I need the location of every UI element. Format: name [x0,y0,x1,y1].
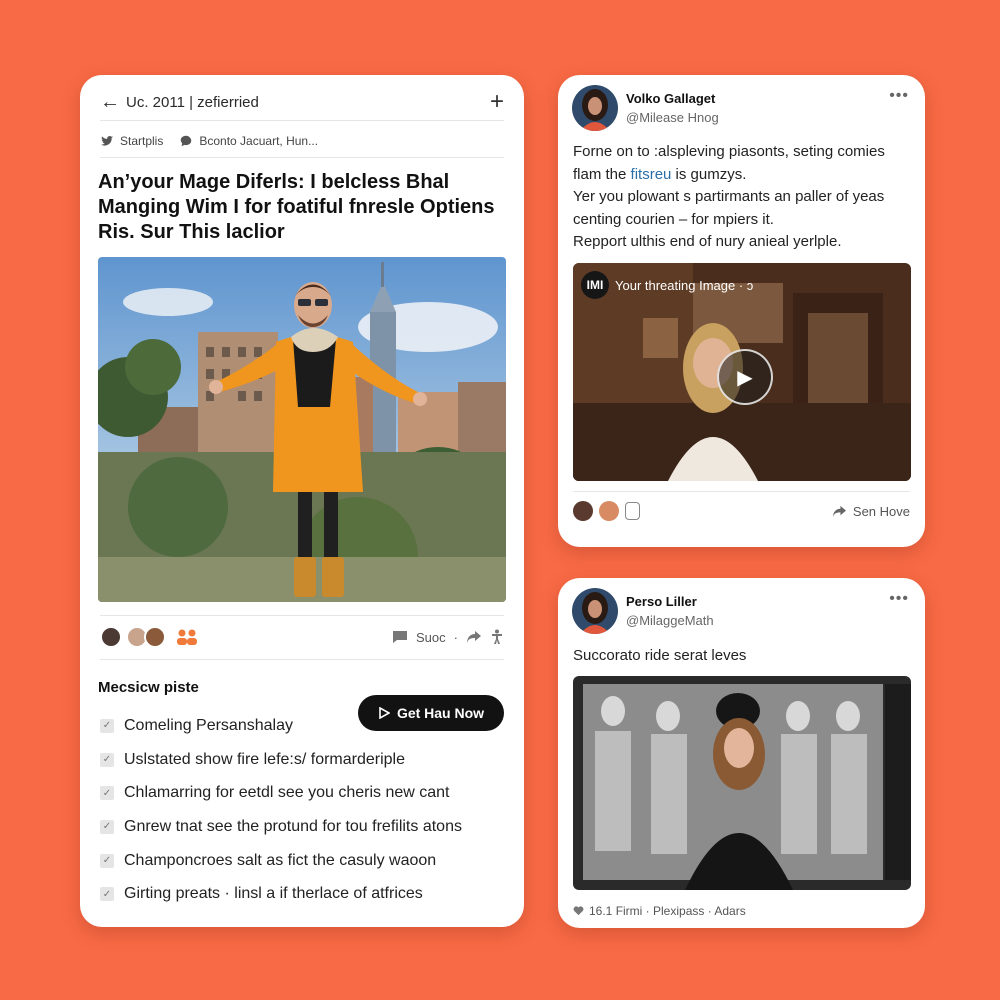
speech-bubble-icon [181,135,192,147]
divider [100,615,504,616]
checkbox-icon[interactable]: ✓ [100,786,114,801]
divider [100,120,504,121]
separator: · [453,629,458,645]
list-item[interactable]: ✓ Girting preats · linsl a if therlace of… [100,877,510,911]
checkbox-icon[interactable]: ✓ [100,853,114,868]
post-text-line: flam the fitsreu is gumzys. [573,164,913,187]
meta-source[interactable]: Startplis [120,134,163,148]
post-footer: Sen Hove [573,499,910,523]
video-post-card: Volko Gallaget @Milease Hnog ••• Forne o… [558,75,925,547]
article-card: ← Uc. 2011 | zefierried + Startplis Bcon… [80,75,524,927]
post-footer: 16.1 Firmi · Plexipass · Adars [573,904,746,918]
avatar[interactable] [573,501,593,521]
avatar[interactable] [144,626,166,648]
plus-icon[interactable]: + [490,88,504,116]
bookmark-icon[interactable] [625,502,640,520]
share-arrow-icon [832,505,846,517]
list-item-label: Gnrew tnat see the protund for tou frefi… [124,817,462,835]
more-dots-icon[interactable]: ••• [889,87,909,105]
woman-portrait-avatar [572,588,618,634]
meta-author[interactable]: Bconto Jacuart, Hun... [199,134,318,148]
people-icon[interactable] [176,628,198,646]
post-image[interactable] [573,676,911,890]
post-stats: 16.1 Firmi · Plexipass · Adars [589,904,746,918]
divider [100,157,504,158]
list-item[interactable]: ✓ Gnrew tnat see the protund for tou fref… [100,810,510,844]
article-topbar: ← Uc. 2011 | zefierried + [100,87,504,117]
post-link[interactable]: fitsreu [631,166,672,183]
post-author[interactable]: Volko Gallaget @Milease Hnog [572,85,719,131]
author-handle[interactable]: @MilaggeMath [626,613,714,628]
avatar[interactable] [572,588,618,634]
article-headline: An’your Mage Diferls: I belcless Bhal Ma… [98,171,495,243]
article-topbar-title: Uc. 2011 | zefierried [126,93,259,111]
list-item-label: Champoncroes salt as fict the casuly wao… [124,851,437,869]
post-text: Succorato ride serat leves [573,647,747,664]
checklist: ✓ Comeling Persanshalay ✓ Uslstated show f… [100,709,510,911]
article-engagement: Suoc · [392,629,504,645]
list-item-label: Chlamarring for eetdl see you cheris new… [124,784,450,802]
list-item[interactable]: ✓ Comeling Persanshalay [100,709,510,743]
video-title[interactable]: Your threating Image · ɔ [615,278,753,293]
article-actions: Suoc · [100,623,504,651]
play-icon[interactable]: ▶ [717,349,773,405]
post-text-fragment: flam the [573,165,631,183]
woman-portrait-avatar [572,85,618,131]
author-name[interactable]: Perso Liller [626,594,714,609]
post-text-line: Forne on to :alspleving piasonts, seting… [573,143,885,160]
arrow-left-icon[interactable]: ← [100,91,126,114]
article-photo[interactable] [98,257,506,602]
article-meta: Startplis Bconto Jacuart, Hun... [100,130,318,152]
list-item-label: Girting preats · linsl a if therlace of … [124,885,423,903]
checkbox-icon[interactable]: ✓ [100,752,114,767]
share-arrow-icon[interactable] [466,630,482,644]
post-text-line: Yer you plowant s partirmants an paller … [573,188,885,205]
avatar[interactable] [572,85,618,131]
share-button[interactable]: Sen Hove [832,504,910,519]
avatar[interactable] [599,501,619,521]
list-item-label: Comeling Persanshalay [124,716,293,734]
list-item[interactable]: ✓ Uslstated show fire lefe:s/ formarderip… [100,743,510,777]
accessibility-icon[interactable] [490,629,504,645]
woman-before-mural-photo [573,676,911,890]
video-title-overlay: IMI Your threating Image · ɔ [581,271,753,299]
video-player[interactable]: IMI Your threating Image · ɔ ▶ [573,263,911,481]
comment-label[interactable]: Suoc [416,630,446,645]
image-post-card: Perso Liller @MilaggeMath ••• Succorato … [558,578,925,928]
author-handle[interactable]: @Milease Hnog [626,110,719,125]
checkbox-icon[interactable]: ✓ [100,819,114,834]
checkbox-icon[interactable]: ✓ [100,887,114,902]
post-text-fragment: is gumzys. [671,165,747,183]
list-item-label: Uslstated show fire lefe:s/ formarderipl… [124,750,405,768]
share-label: Sen Hove [852,503,910,519]
bird-icon [100,136,114,146]
post-author[interactable]: Perso Liller @MilaggeMath [572,588,714,634]
divider [573,491,910,492]
avatar[interactable] [100,626,122,648]
section-title: Mecsicw piste [98,679,199,696]
divider [100,659,504,660]
post-text-line: centing courien – for mpiers it. [573,210,774,228]
list-item[interactable]: ✓ Champoncroes salt as fict the casuly wa… [100,844,510,878]
more-dots-icon[interactable]: ••• [889,590,909,608]
author-name[interactable]: Volko Gallaget [626,91,719,106]
post-text-line: Repport ulthis end of nury anieal yerlpl… [573,233,842,250]
comment-icon[interactable] [392,630,408,644]
list-item[interactable]: ✓ Chlamarring for eetdl see you cheris ne… [100,776,510,810]
channel-badge[interactable]: IMI [581,271,609,299]
post-text: Forne on to :alspleving piasonts, seting… [573,141,913,254]
heart-icon[interactable] [573,906,584,916]
man-on-rooftop-photo [98,257,506,602]
checkbox-icon[interactable]: ✓ [100,718,114,733]
